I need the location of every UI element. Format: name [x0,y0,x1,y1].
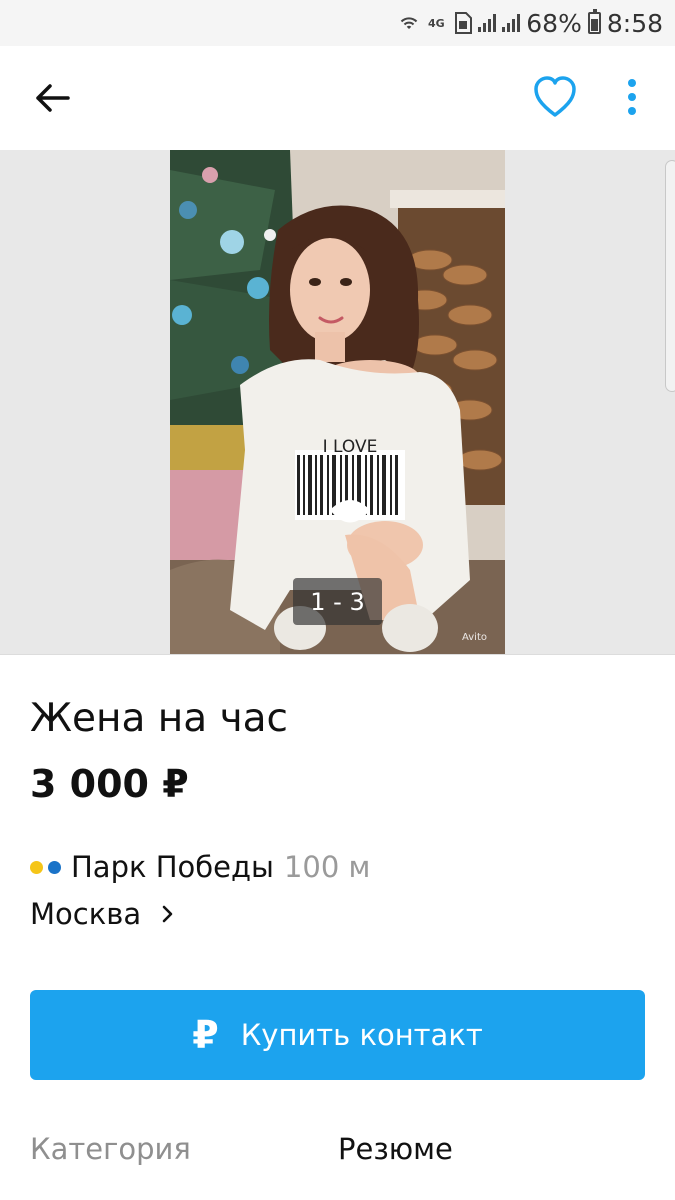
category-label: Категория [30,1132,191,1166]
sim-icon [455,12,473,34]
metro-station: Парк Победы 100 м [30,850,370,884]
more-options-button[interactable] [612,72,652,122]
battery-icon [587,9,601,34]
photo-watermark: Avito [462,632,487,643]
app-bar [0,46,675,150]
clock: 8:58 [606,8,663,38]
listing-title: Жена на час [30,696,288,741]
status-icons: 4G 68% 8:58 [400,0,663,46]
battery-percent: 68% [526,8,582,38]
city-link[interactable]: Москва [30,897,175,931]
signal-icon [502,14,521,32]
photo-counter: 1 - 3 [293,578,382,625]
photo-gallery[interactable]: I LOVE Avito 1 - 3 [0,150,675,655]
metro-station-name: Парк Победы [71,850,274,884]
metro-distance: 100 м [283,850,371,884]
next-photo-peek[interactable] [665,160,675,392]
network-4g-icon: 4G [427,16,445,30]
metro-line-icon [48,860,61,874]
back-button[interactable] [24,74,80,122]
buy-contact-button[interactable]: ₽ Купить контакт [30,990,645,1080]
signal-icon [478,14,497,32]
status-bar: 4G 68% 8:58 [0,0,675,46]
buy-contact-label: Купить контакт [240,1018,483,1052]
category-value: Резюме [338,1132,453,1166]
listing-price: 3 000 ₽ [30,762,189,806]
heart-icon [534,76,576,117]
chevron-right-icon [162,905,173,923]
ruble-icon: ₽ [192,1013,219,1057]
more-vert-icon [628,79,636,115]
photo-print-text: I LOVE [323,437,378,457]
wifi-icon [401,17,418,29]
metro-line-icon [30,860,43,874]
city-name: Москва [30,897,142,931]
favorite-button[interactable] [528,72,582,122]
back-arrow-icon [36,84,70,112]
